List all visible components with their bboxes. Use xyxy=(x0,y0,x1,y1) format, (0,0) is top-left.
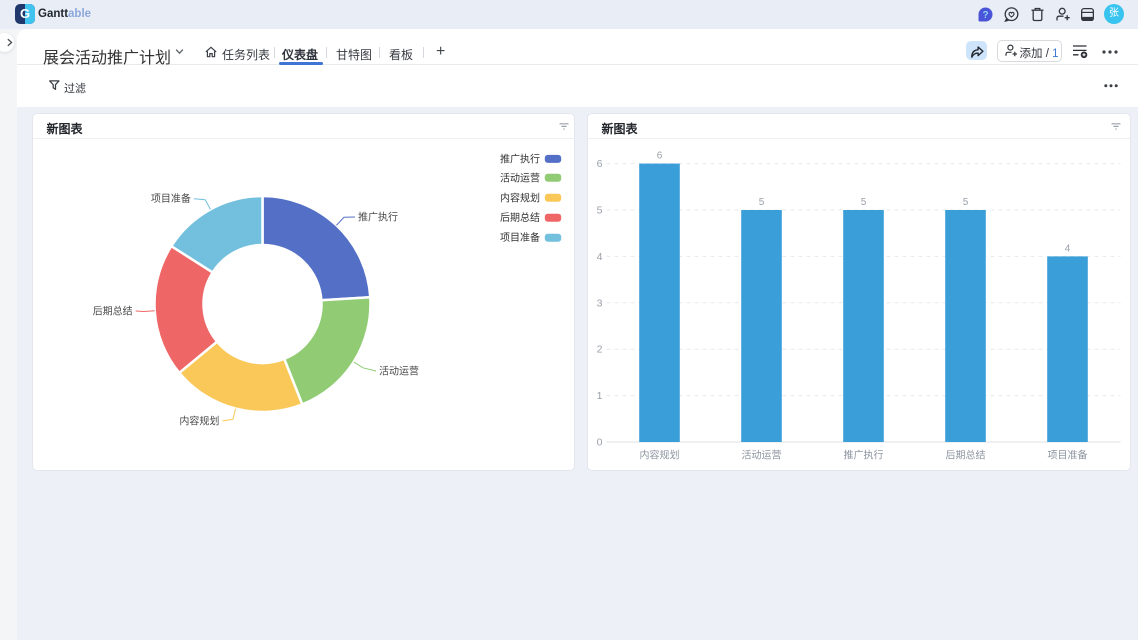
svg-text:项目准备: 项目准备 xyxy=(500,231,540,244)
svg-text:推广执行: 推广执行 xyxy=(500,152,540,165)
svg-text:5: 5 xyxy=(860,197,866,208)
svg-text:项目准备: 项目准备 xyxy=(1047,449,1087,462)
svg-text:推广执行: 推广执行 xyxy=(358,211,398,224)
svg-text:5: 5 xyxy=(596,205,602,217)
svg-text:6: 6 xyxy=(656,151,662,162)
svg-text:5: 5 xyxy=(758,197,764,208)
svg-text:内容规划: 内容规划 xyxy=(639,449,679,462)
svg-text:后期总结: 后期总结 xyxy=(500,211,540,224)
svg-text:后期总结: 后期总结 xyxy=(945,449,985,462)
svg-text:活动运营: 活动运营 xyxy=(500,171,540,184)
svg-text:1: 1 xyxy=(596,390,602,402)
svg-text:活动运营: 活动运营 xyxy=(741,449,781,462)
svg-text:内容规划: 内容规划 xyxy=(500,191,540,204)
svg-text:2: 2 xyxy=(596,344,602,356)
svg-text:5: 5 xyxy=(962,197,968,208)
svg-text:活动运营: 活动运营 xyxy=(379,365,419,378)
svg-text:推广执行: 推广执行 xyxy=(843,449,883,462)
svg-text:0: 0 xyxy=(596,437,602,449)
svg-text:项目准备: 项目准备 xyxy=(151,192,191,205)
svg-text:?: ? xyxy=(982,10,988,21)
svg-text:4: 4 xyxy=(1064,243,1070,254)
svg-text:4: 4 xyxy=(596,251,602,263)
svg-text:3: 3 xyxy=(596,297,602,309)
svg-text:6: 6 xyxy=(596,158,602,170)
svg-text:内容规划: 内容规划 xyxy=(179,415,219,428)
svg-text:后期总结: 后期总结 xyxy=(93,305,133,318)
